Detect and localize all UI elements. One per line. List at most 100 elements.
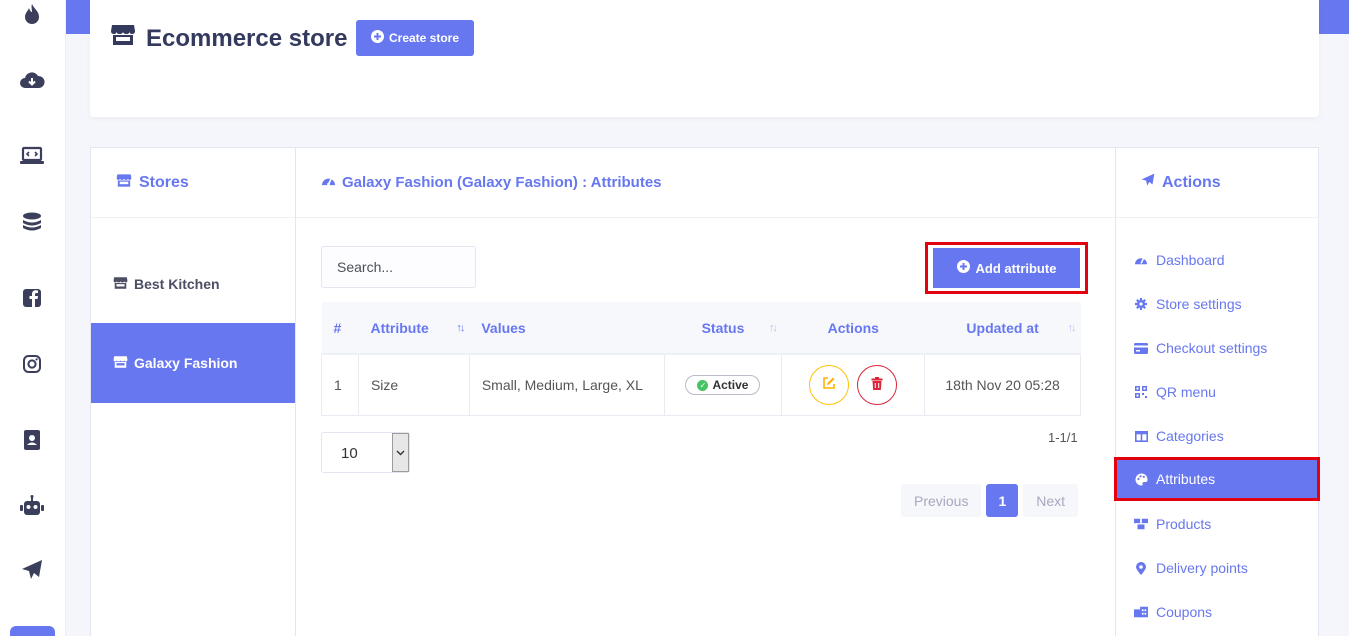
- add-attribute-button[interactable]: Add attribute: [933, 248, 1080, 288]
- laptop-code-icon[interactable]: [18, 142, 46, 170]
- facebook-icon[interactable]: [18, 284, 46, 312]
- paper-plane-icon[interactable]: [18, 556, 46, 584]
- page-title-text: Ecommerce store: [146, 24, 348, 52]
- per-page-value: 10: [341, 445, 358, 462]
- actions-heading-text: Actions: [1162, 173, 1221, 191]
- sort-icon: ↑↓: [768, 322, 778, 334]
- menu-item-delivery-points[interactable]: Delivery points: [1116, 546, 1319, 590]
- cell-status: ✓ Active: [663, 353, 783, 416]
- address-book-icon[interactable]: [18, 426, 46, 454]
- menu-item-label: QR menu: [1156, 384, 1216, 400]
- add-attribute-highlight: Add attribute: [925, 242, 1088, 294]
- rail-bottom-button[interactable]: [10, 626, 55, 636]
- status-badge: ✓ Active: [685, 375, 761, 395]
- menu-item-attributes[interactable]: Attributes: [1114, 457, 1320, 501]
- column-header-status[interactable]: Status ↑↓: [664, 302, 782, 355]
- menu-item-coupons[interactable]: Coupons: [1116, 590, 1319, 634]
- stores-heading: Stores: [91, 148, 295, 218]
- cell-attribute: Size: [357, 353, 470, 416]
- stores-heading-text: Stores: [139, 173, 189, 191]
- cell-values: Small, Medium, Large, XL: [468, 353, 665, 416]
- pagination-page-1[interactable]: 1: [986, 484, 1019, 517]
- paper-plane-icon: [1141, 173, 1155, 192]
- store-item-best-kitchen[interactable]: Best Kitchen: [91, 244, 295, 324]
- status-badge-label: Active: [712, 378, 749, 392]
- edit-icon: [822, 376, 836, 393]
- map-pin-icon: [1134, 561, 1148, 575]
- fire-icon[interactable]: [18, 0, 46, 28]
- menu-item-qr-menu[interactable]: QR menu: [1116, 370, 1319, 414]
- trash-icon: [871, 376, 883, 393]
- boxes-icon: [1134, 517, 1148, 531]
- menu-item-label: Coupons: [1156, 604, 1213, 620]
- menu-item-label: Products: [1156, 516, 1212, 532]
- store-icon: [116, 173, 132, 193]
- credit-card-icon: [1134, 341, 1148, 355]
- cell-actions: [781, 353, 926, 416]
- sort-icon: ↑↓: [456, 322, 465, 334]
- create-store-button[interactable]: Create store: [356, 20, 474, 56]
- column-header-attribute[interactable]: Attribute ↑↓: [358, 302, 470, 355]
- store-item-label: Best Kitchen: [134, 276, 220, 292]
- column-header-status-label: Status: [701, 319, 745, 336]
- cell-number: 1: [321, 353, 359, 416]
- columns-icon: [1134, 429, 1148, 443]
- plus-circle-icon: [370, 30, 384, 46]
- chevron-down-icon[interactable]: [392, 433, 409, 472]
- instagram-icon[interactable]: [18, 350, 46, 378]
- pagination: Previous 1 Next: [901, 484, 1079, 517]
- pagination-next[interactable]: Next: [1023, 484, 1079, 517]
- sort-icon: ↑↓: [1067, 322, 1077, 334]
- menu-item-label: Dashboard: [1156, 252, 1225, 268]
- store-item-label: Galaxy Fashion: [134, 355, 238, 371]
- actions-column: Actions Dashboard Store settings Checkou…: [1114, 148, 1320, 636]
- attributes-table: # Attribute ↑↓ Values Status ↑↓ Actions …: [321, 302, 1081, 416]
- cell-updated: 18th Nov 20 05:28: [924, 353, 1081, 416]
- per-page-select[interactable]: 10: [321, 432, 410, 473]
- cloud-download-icon[interactable]: [18, 66, 46, 94]
- menu-item-label: Attributes: [1156, 471, 1216, 487]
- plus-circle-icon: [956, 260, 970, 276]
- menu-item-label: Store settings: [1156, 296, 1242, 312]
- header-card: Ecommerce store Create store: [90, 0, 1319, 117]
- menu-item-dashboard[interactable]: Dashboard: [1116, 238, 1319, 282]
- column-header-updated-label: Updated at: [966, 319, 1039, 336]
- create-store-label: Create store: [388, 31, 460, 45]
- store-icon: [110, 23, 136, 54]
- palette-icon: [1134, 472, 1148, 486]
- main-panel: Stores Best Kitchen Galaxy Fashion Galax…: [90, 147, 1320, 636]
- menu-item-products[interactable]: Products: [1116, 502, 1319, 546]
- delete-button[interactable]: [857, 364, 898, 405]
- pagination-previous[interactable]: Previous: [901, 484, 982, 517]
- tachometer-icon: [321, 174, 336, 191]
- column-header-number[interactable]: #: [321, 302, 359, 355]
- menu-item-store-settings[interactable]: Store settings: [1116, 282, 1319, 326]
- left-icon-rail: [0, 0, 66, 636]
- attributes-heading: Galaxy Fashion (Galaxy Fashion) : Attrib…: [296, 148, 1115, 218]
- search-input[interactable]: [321, 246, 476, 288]
- column-header-actions: Actions: [781, 302, 925, 355]
- edit-button[interactable]: [809, 364, 850, 405]
- coupon-icon: [1134, 605, 1148, 619]
- store-icon: [113, 276, 128, 293]
- menu-item-categories[interactable]: Categories: [1116, 414, 1319, 458]
- coins-icon[interactable]: [18, 208, 46, 236]
- gear-icon: [1134, 297, 1148, 311]
- store-item-galaxy-fashion[interactable]: Galaxy Fashion: [91, 323, 295, 403]
- page-title: Ecommerce store: [110, 23, 347, 54]
- table-header-row: # Attribute ↑↓ Values Status ↑↓ Actions …: [321, 302, 1081, 355]
- menu-item-label: Categories: [1156, 428, 1224, 444]
- record-count: 1-1/1: [1048, 430, 1078, 445]
- attributes-heading-text: Galaxy Fashion (Galaxy Fashion) : Attrib…: [342, 174, 662, 191]
- column-header-updated[interactable]: Updated at ↑↓: [924, 302, 1081, 355]
- column-header-values[interactable]: Values: [469, 302, 665, 355]
- check-circle-icon: ✓: [697, 379, 709, 391]
- add-attribute-label: Add attribute: [975, 260, 1057, 276]
- menu-item-label: Delivery points: [1156, 560, 1248, 576]
- actions-heading: Actions: [1116, 148, 1319, 218]
- robot-icon[interactable]: [18, 492, 46, 520]
- qrcode-icon: [1134, 385, 1148, 399]
- column-header-attribute-label: Attribute: [370, 319, 429, 336]
- menu-item-checkout-settings[interactable]: Checkout settings: [1116, 326, 1319, 370]
- table-row: 1 Size Small, Medium, Large, XL ✓ Active: [321, 353, 1081, 416]
